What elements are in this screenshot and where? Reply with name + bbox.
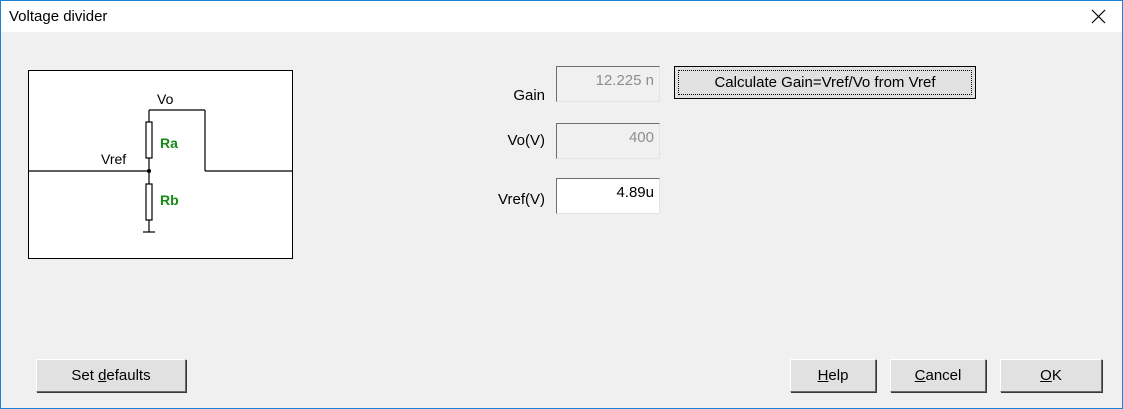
vref-node-label: Vref bbox=[101, 151, 127, 167]
cancel-text: ancel bbox=[925, 367, 962, 384]
help-button[interactable]: Help bbox=[790, 359, 876, 392]
window-title: Voltage divider bbox=[9, 8, 108, 25]
resistor-rb-label: Rb bbox=[160, 192, 179, 208]
vo-node-label: Vo bbox=[157, 91, 174, 107]
vref-label: Vref(V) bbox=[498, 191, 545, 208]
circuit-diagram: Vo Vref Ra Rb bbox=[28, 70, 293, 259]
close-icon bbox=[1091, 9, 1106, 24]
help-text: elp bbox=[828, 367, 849, 384]
title-bar: Voltage divider bbox=[1, 1, 1122, 32]
cancel-button[interactable]: Cancel bbox=[890, 359, 986, 392]
vo-field[interactable]: 400 bbox=[556, 123, 660, 159]
close-button[interactable] bbox=[1076, 1, 1122, 32]
ok-accel-key: O bbox=[1040, 367, 1052, 384]
gain-label: Gain bbox=[513, 87, 545, 104]
set-defaults-button[interactable]: Set defaults bbox=[36, 359, 186, 392]
vref-field[interactable]: 4.89u bbox=[556, 178, 660, 214]
resistor-ra-label: Ra bbox=[160, 135, 178, 151]
cancel-accel-key: C bbox=[914, 367, 926, 384]
set-defaults-text-start: Set bbox=[71, 367, 99, 384]
calculate-gain-button[interactable]: Calculate Gain=Vref/Vo from Vref bbox=[674, 66, 976, 99]
set-defaults-text-end: efaults bbox=[106, 367, 151, 384]
gain-field[interactable]: 12.225 n bbox=[556, 66, 660, 102]
voltage-divider-dialog: Voltage divider Vo Vref Ra Rb Gain 12.22… bbox=[0, 0, 1123, 409]
ok-text: K bbox=[1051, 367, 1062, 384]
calculate-gain-label: Calculate Gain=Vref/Vo from Vref bbox=[678, 70, 972, 95]
ok-button[interactable]: OK bbox=[1000, 359, 1102, 392]
help-accel-key: H bbox=[817, 367, 829, 384]
vo-label: Vo(V) bbox=[507, 132, 545, 149]
